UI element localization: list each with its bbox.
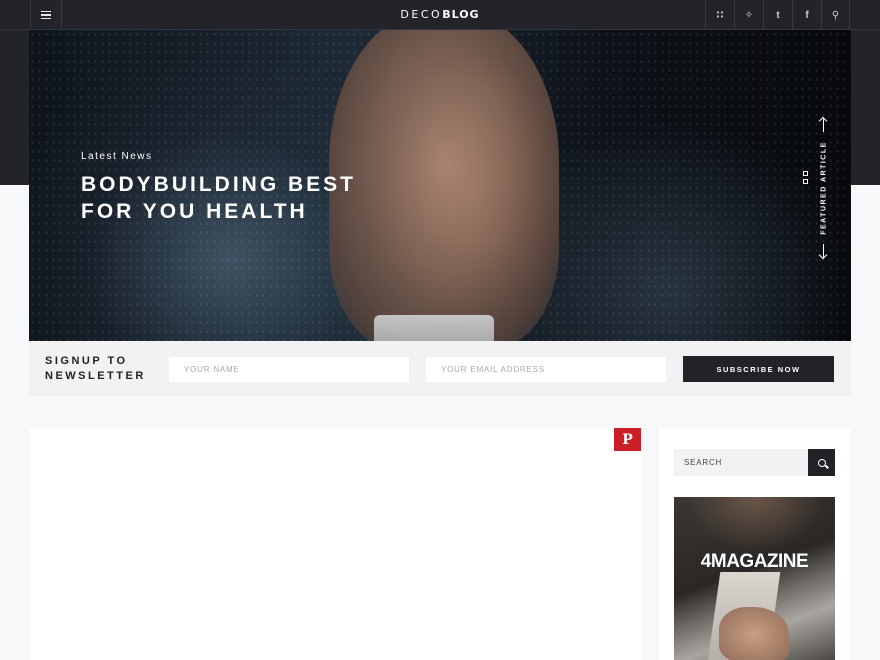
slider-dot[interactable] xyxy=(803,179,808,184)
newsletter-title: SIGNUP TO NEWSLETTER xyxy=(45,354,165,384)
rss-icon[interactable]: ∷ xyxy=(705,0,734,30)
tumblr-icon[interactable]: t xyxy=(763,0,792,30)
newsletter-signup: SIGNUP TO NEWSLETTER SUBSCRIBE NOW xyxy=(29,341,851,396)
arrow-down-icon[interactable] xyxy=(823,244,824,258)
pinterest-icon[interactable]: P xyxy=(614,428,641,451)
sidebar-search xyxy=(674,449,835,476)
hero-title-line-1: BODYBUILDING BEST xyxy=(81,173,357,196)
name-input[interactable] xyxy=(169,357,409,382)
hero-image-figure xyxy=(329,30,559,341)
logo-light-text: DECO xyxy=(400,8,443,21)
top-navigation-bar: DECOBLOG ∷ ✧ t f ⚲ xyxy=(0,0,880,30)
featured-article-nav: FEATURED ARTICLE xyxy=(814,118,834,258)
newsletter-title-line-1: SIGNUP TO xyxy=(45,355,128,367)
sidebar-search-input[interactable] xyxy=(674,449,808,476)
facebook-icon[interactable]: f xyxy=(792,0,821,30)
sidebar-search-button[interactable] xyxy=(808,449,835,476)
hero-title-line-2: FOR YOU HEALTH xyxy=(81,200,308,223)
email-input[interactable] xyxy=(426,357,666,382)
social-links: ∷ ✧ t f ⚲ xyxy=(705,0,850,30)
featured-article-label: FEATURED ARTICLE xyxy=(820,141,828,235)
featured-hero-slider[interactable]: Latest News BODYBUILDING BEST FOR YOU HE… xyxy=(29,30,851,341)
logo-bold-text: BLOG xyxy=(442,8,480,21)
arrow-up-icon[interactable] xyxy=(823,118,824,132)
sidebar: 4MAGAZINE xyxy=(659,428,850,660)
slider-dot[interactable] xyxy=(803,171,808,176)
subscribe-button[interactable]: SUBSCRIBE NOW xyxy=(683,356,834,382)
hero-title[interactable]: BODYBUILDING BEST FOR YOU HEALTH xyxy=(81,171,356,225)
ad-title: 4MAGAZINE xyxy=(700,551,809,572)
twitter-icon[interactable]: ✧ xyxy=(734,0,763,30)
slider-dots xyxy=(803,171,809,187)
ad-image-hand xyxy=(719,607,789,660)
hero-image-waistband xyxy=(374,315,494,341)
post-card xyxy=(30,428,641,660)
magazine-ad-banner[interactable]: 4MAGAZINE xyxy=(674,497,835,660)
search-icon[interactable]: ⚲ xyxy=(821,0,850,30)
magnifier-icon xyxy=(817,458,826,467)
newsletter-title-line-2: NEWSLETTER xyxy=(45,370,146,382)
hero-category[interactable]: Latest News xyxy=(81,151,153,162)
